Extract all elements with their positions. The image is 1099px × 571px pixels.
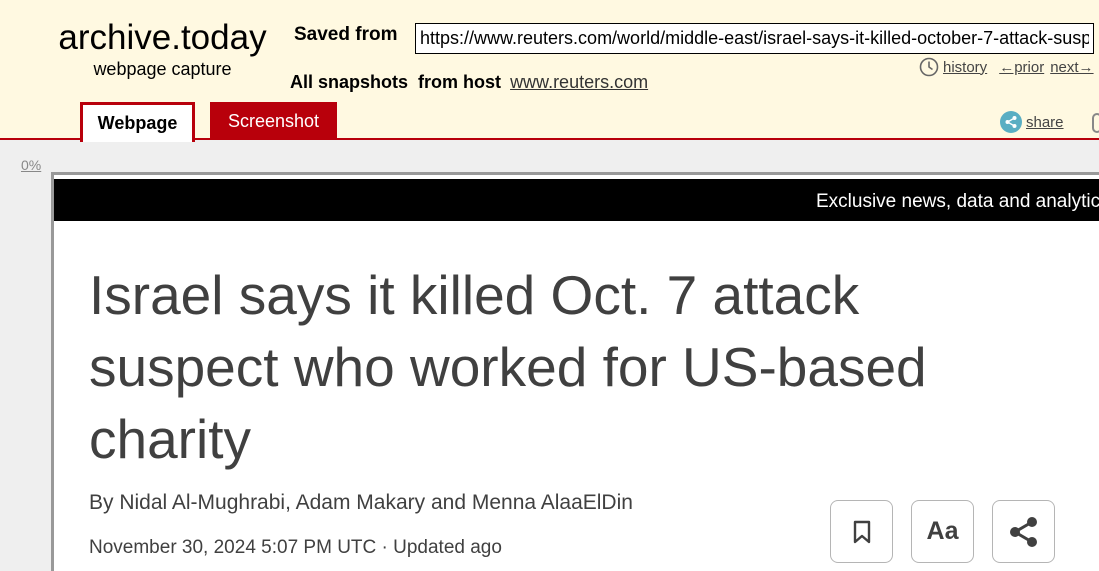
history-nav: history ←prior next→ <box>919 57 1094 77</box>
logo-title: archive.today <box>58 18 267 57</box>
share-link[interactable]: share <box>1026 114 1064 131</box>
article-share-button[interactable] <box>992 500 1055 563</box>
bookmark-button[interactable] <box>830 500 893 563</box>
history-link[interactable]: history <box>943 59 987 76</box>
zoom-level[interactable]: 0% <box>21 157 41 173</box>
snapshots-row: All snapshots from host www.reuters.com <box>290 72 648 93</box>
tab-screenshot[interactable]: Screenshot <box>210 102 337 140</box>
bookmark-icon <box>853 520 870 543</box>
share-icon[interactable] <box>1000 111 1022 133</box>
font-size-button[interactable]: Aa <box>911 500 974 563</box>
article-dateline: November 30, 2024 5:07 PM UTC · Updated … <box>89 537 502 558</box>
font-size-label: Aa <box>926 517 959 545</box>
edge-control[interactable] <box>1092 113 1099 133</box>
article-byline: By Nidal Al-Mughrabi, Adam Makary and Me… <box>89 491 633 514</box>
promo-text: Exclusive news, data and analytics for f… <box>816 191 1099 212</box>
logo-subtitle: webpage capture <box>93 59 232 79</box>
tab-webpage[interactable]: Webpage <box>80 102 195 142</box>
archived-page-frame: Exclusive news, data and analytics for f… <box>51 172 1099 571</box>
archive-logo[interactable]: archive.today webpage capture <box>55 18 270 79</box>
promo-banner[interactable]: Exclusive news, data and analytics for f… <box>54 179 1099 221</box>
saved-url-field[interactable] <box>415 23 1094 54</box>
prior-link[interactable]: ←prior <box>999 59 1044 76</box>
article-headline: Israel says it killed Oct. 7 attack susp… <box>89 264 927 470</box>
archive-toolbar: archive.today webpage capture Saved from… <box>0 0 1099 142</box>
next-link[interactable]: next→ <box>1050 59 1093 76</box>
from-host-label: from host <box>418 72 502 92</box>
host-link[interactable]: www.reuters.com <box>510 72 648 92</box>
all-snapshots-label: All snapshots <box>290 72 409 92</box>
clock-icon <box>919 57 939 77</box>
saved-from-label: Saved from <box>294 24 398 45</box>
share-control[interactable]: share <box>1000 111 1064 133</box>
share-network-icon <box>1009 516 1037 547</box>
